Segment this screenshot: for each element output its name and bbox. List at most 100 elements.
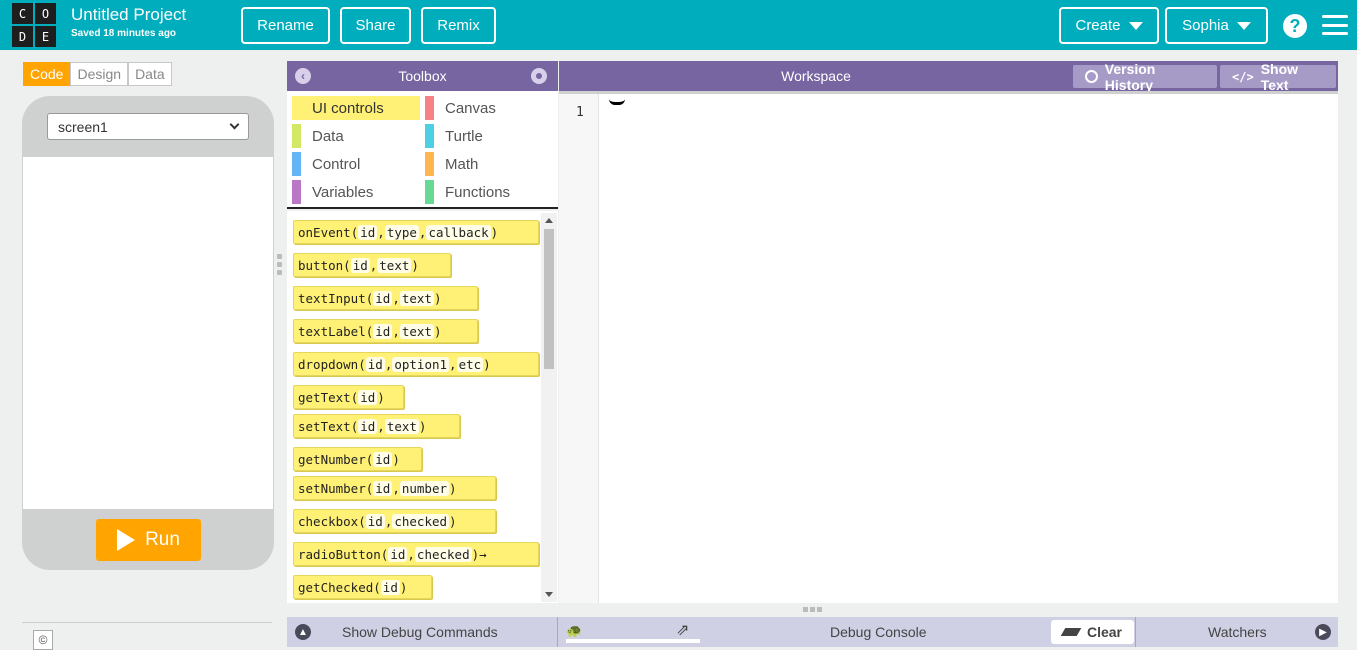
block-param[interactable]: id (373, 451, 393, 467)
block-param[interactable]: id (365, 356, 385, 372)
resize-handle[interactable] (277, 254, 282, 275)
code-block-textlabel[interactable]: textLabel(id, text) (293, 319, 478, 343)
block-param[interactable]: text (377, 257, 412, 273)
gear-icon[interactable] (531, 68, 547, 84)
collapse-toolbox-icon[interactable]: ‹ (295, 68, 311, 84)
show-debug-commands-label[interactable]: Show Debug Commands (342, 624, 498, 640)
create-label: Create (1075, 17, 1121, 34)
copyright-button[interactable]: © (33, 630, 53, 650)
block-param[interactable]: text (384, 418, 419, 434)
user-menu-button[interactable]: Sophia (1165, 7, 1268, 44)
category-math[interactable]: Math (425, 152, 553, 176)
block-param[interactable]: checked (392, 513, 450, 529)
code-block-getnumber[interactable]: getNumber(id) (293, 447, 422, 471)
show-text-button[interactable]: </> Show Text (1220, 61, 1336, 93)
code-workspace[interactable] (559, 91, 1338, 603)
hamburger-menu-icon[interactable] (1322, 15, 1348, 35)
block-param[interactable]: id (358, 389, 378, 405)
code-block-onevent[interactable]: onEvent(id, type, callback) (293, 220, 539, 244)
logo-letter: E (35, 26, 56, 47)
remix-label: Remix (437, 17, 480, 34)
category-ui-controls[interactable]: UI controls (292, 96, 420, 120)
divider (1135, 617, 1136, 647)
toolbox-title: Toolbox (398, 68, 447, 84)
chevron-right-icon[interactable]: ▶ (1315, 624, 1331, 640)
mode-tab-data[interactable]: Data (128, 62, 172, 86)
block-param[interactable]: text (399, 290, 434, 306)
scroll-up-icon[interactable] (545, 218, 553, 223)
code-block-radiobutton[interactable]: radioButton(id, checked) → (293, 542, 539, 566)
block-param[interactable]: id (388, 546, 408, 562)
code-block-setnumber[interactable]: setNumber(id, number) (293, 476, 496, 500)
block-param[interactable]: option1 (392, 356, 450, 372)
block-suffix: → (479, 546, 487, 562)
share-button[interactable]: Share (340, 7, 411, 44)
clear-console-button[interactable]: Clear (1051, 620, 1134, 644)
category-variables[interactable]: Variables (292, 180, 420, 204)
category-swatch (292, 152, 301, 176)
block-param[interactable]: id (358, 224, 378, 240)
block-param[interactable]: id (373, 480, 393, 496)
code-block-textinput[interactable]: textInput(id, text) (293, 286, 478, 310)
screen-selector-value: screen1 (58, 118, 108, 135)
version-history-button[interactable]: Version History (1073, 61, 1217, 93)
help-icon[interactable]: ? (1283, 14, 1307, 38)
code-block-button[interactable]: button(id, text) (293, 253, 451, 277)
code-block-getchecked[interactable]: getChecked(id) (293, 575, 432, 599)
block-param[interactable]: id (350, 257, 370, 273)
create-menu-button[interactable]: Create (1059, 7, 1159, 44)
category-control[interactable]: Control (292, 152, 420, 176)
run-label: Run (145, 529, 180, 550)
speed-slider-handle[interactable]: ⇗ (676, 620, 689, 640)
category-swatch (292, 96, 301, 120)
app-preview-screen[interactable] (23, 157, 273, 509)
turtle-slow-icon: 🐢 (566, 623, 583, 638)
mode-tab-code[interactable]: Code (23, 62, 71, 86)
category-swatch (425, 152, 434, 176)
show-text-label: Show Text (1260, 60, 1299, 93)
category-data[interactable]: Data (292, 124, 420, 148)
logo-letter: C (12, 3, 33, 24)
scroll-down-icon[interactable] (545, 592, 553, 597)
category-label: Canvas (445, 99, 496, 117)
category-turtle[interactable]: Turtle (425, 124, 553, 148)
toolbox-scrollbar[interactable] (541, 213, 557, 602)
block-param[interactable]: id (373, 290, 393, 306)
block-param[interactable]: id (365, 513, 385, 529)
category-canvas[interactable]: Canvas (425, 96, 553, 120)
category-label: Data (312, 127, 344, 145)
block-param[interactable]: type (384, 224, 419, 240)
block-param[interactable]: id (358, 418, 378, 434)
logo-letter: D (12, 26, 33, 47)
version-history-label: Version History (1104, 60, 1156, 93)
chevron-up-icon[interactable]: ▲ (295, 624, 311, 640)
block-param[interactable]: number (399, 480, 450, 496)
code-block-settext[interactable]: setText(id, text) (293, 414, 460, 438)
block-function-name: textLabel (298, 323, 366, 339)
block-param[interactable]: etc (456, 356, 484, 372)
block-param[interactable]: callback (426, 224, 491, 240)
scroll-thumb[interactable] (544, 229, 554, 369)
code-org-logo[interactable]: C O D E (12, 3, 56, 47)
block-function-name: setNumber (298, 480, 366, 496)
block-function-name: getNumber (298, 451, 366, 467)
category-functions[interactable]: Functions (425, 180, 553, 204)
code-block-dropdown[interactable]: dropdown(id, option1, etc) (293, 352, 539, 376)
screen-selector[interactable]: screen1 (47, 113, 249, 140)
block-param[interactable]: id (380, 579, 400, 595)
run-button[interactable]: Run (96, 519, 201, 561)
category-swatch (425, 96, 434, 120)
block-param[interactable]: id (373, 323, 393, 339)
code-block-gettext[interactable]: getText(id) (293, 385, 404, 409)
caret-down-icon (1236, 21, 1251, 30)
block-function-name: onEvent (298, 224, 351, 240)
console-resize-handle[interactable] (803, 607, 822, 612)
code-block-checkbox[interactable]: checkbox(id, checked) (293, 509, 496, 533)
clear-label: Clear (1086, 624, 1123, 640)
remix-button[interactable]: Remix (421, 7, 496, 44)
watchers-label: Watchers (1208, 624, 1267, 640)
block-param[interactable]: text (399, 323, 434, 339)
rename-button[interactable]: Rename (241, 7, 330, 44)
mode-tab-design[interactable]: Design (70, 62, 129, 86)
block-param[interactable]: checked (414, 546, 472, 562)
